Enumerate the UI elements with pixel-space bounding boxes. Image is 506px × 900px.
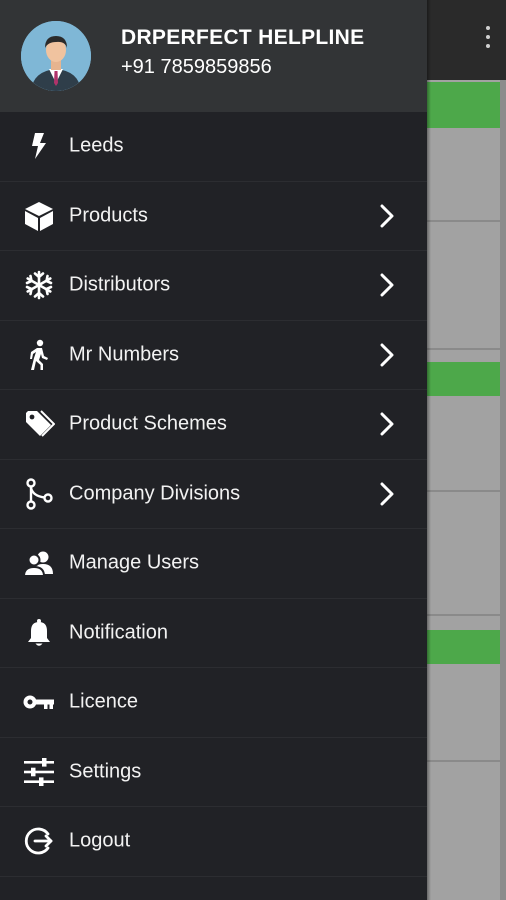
chevron-right-icon [380, 412, 394, 436]
overflow-menu-icon[interactable] [484, 26, 492, 54]
menu-item-label: Products [69, 204, 148, 227]
tag-icon [22, 407, 56, 441]
walking-person-icon [22, 338, 56, 372]
chevron-right-icon [380, 343, 394, 367]
menu-item-product-schemes[interactable]: Product Schemes [0, 390, 427, 460]
menu-item-notification[interactable]: Notification [0, 599, 427, 668]
users-icon [22, 546, 56, 580]
menu-item-settings[interactable]: Settings [0, 738, 427, 807]
menu-item-label: Manage Users [69, 551, 200, 574]
bell-icon [22, 616, 56, 650]
snowflake-icon [22, 268, 56, 302]
branch-icon [22, 477, 56, 511]
logout-icon [22, 824, 56, 858]
cube-icon [22, 199, 56, 233]
chevron-right-icon [380, 482, 394, 506]
menu-item-label: Logout [69, 829, 131, 852]
menu-item-label: Mr Numbers [69, 343, 180, 366]
menu-item-label: Settings [69, 760, 142, 783]
menu-item-products[interactable]: Products [0, 182, 427, 251]
menu-item-mr-numbers[interactable]: Mr Numbers [0, 321, 427, 390]
user-avatar-icon [21, 21, 91, 91]
menu-item-manage-users[interactable]: Manage Users [0, 529, 427, 599]
navigation-drawer: DRPERFECT HELPLINE +91 7859859856 Leeds … [0, 0, 427, 900]
menu-item-company-divisions[interactable]: Company Divisions [0, 460, 427, 529]
key-icon [22, 685, 56, 719]
chevron-right-icon [380, 204, 394, 228]
chevron-right-icon [380, 273, 394, 297]
menu-item-licence[interactable]: Licence [0, 668, 427, 738]
menu-item-label: Notification [69, 621, 168, 644]
account-name: DRPERFECT HELPLINE [121, 26, 365, 49]
menu-item-label: Product Schemes [69, 412, 227, 435]
account-phone: +91 7859859856 [121, 56, 272, 78]
menu-item-label: Licence [69, 690, 138, 713]
menu-item-label: Company Divisions [69, 482, 241, 505]
lightning-icon [22, 129, 56, 163]
avatar[interactable] [21, 21, 91, 91]
menu-item-distributors[interactable]: Distributors [0, 251, 427, 321]
menu-item-label: Distributors [69, 273, 171, 296]
drawer-header: DRPERFECT HELPLINE +91 7859859856 [0, 0, 427, 112]
menu-item-label: Leeds [69, 134, 124, 157]
menu-item-leeds[interactable]: Leeds [0, 112, 427, 182]
sliders-icon [22, 755, 56, 789]
drawer-menu: Leeds Products Distributors Mr Numbers P… [0, 112, 427, 877]
menu-item-logout[interactable]: Logout [0, 807, 427, 877]
